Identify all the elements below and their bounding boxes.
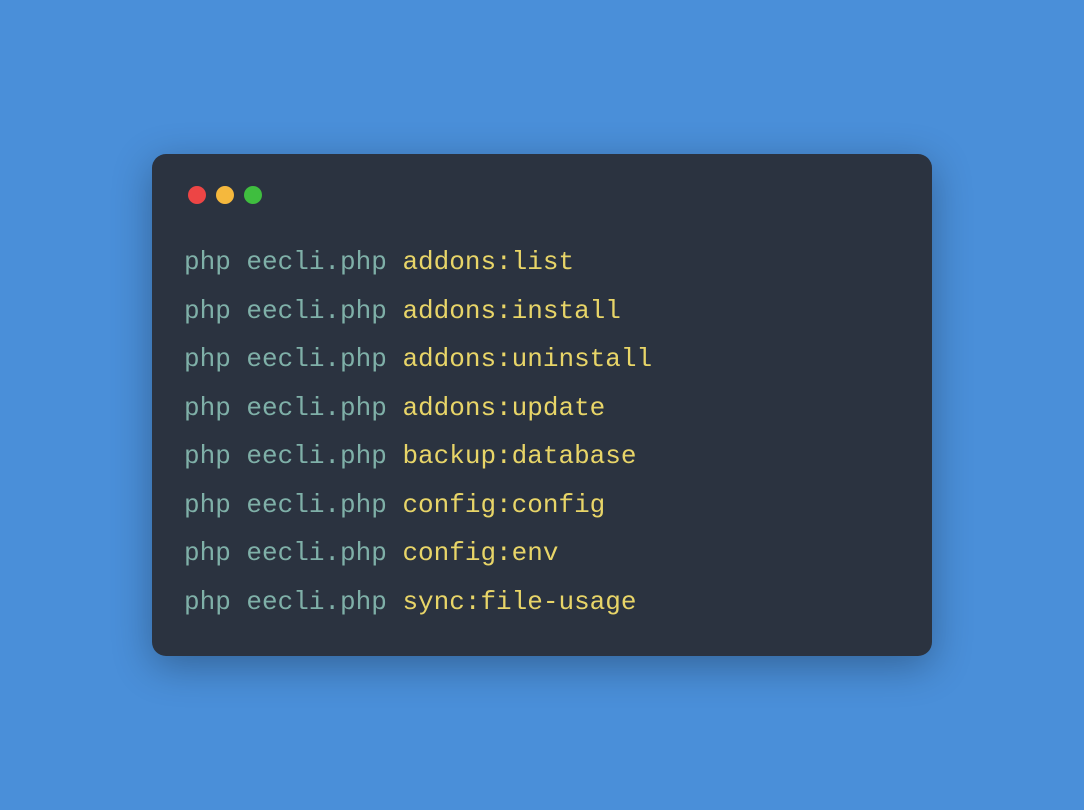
terminal-line: php eecli.php sync:file-usage	[184, 586, 900, 619]
command-prefix: php eecli.php	[184, 344, 402, 374]
command-prefix: php eecli.php	[184, 393, 402, 423]
command-name: addons:update	[402, 393, 605, 423]
terminal-window: php eecli.php addons:list php eecli.php …	[152, 154, 932, 656]
terminal-line: php eecli.php backup:database	[184, 440, 900, 473]
command-prefix: php eecli.php	[184, 490, 402, 520]
minimize-icon[interactable]	[216, 186, 234, 204]
command-name: addons:list	[402, 247, 574, 277]
command-prefix: php eecli.php	[184, 587, 402, 617]
terminal-line: php eecli.php config:env	[184, 537, 900, 570]
command-prefix: php eecli.php	[184, 441, 402, 471]
maximize-icon[interactable]	[244, 186, 262, 204]
command-prefix: php eecli.php	[184, 247, 402, 277]
terminal-content: php eecli.php addons:list php eecli.php …	[184, 246, 900, 618]
terminal-line: php eecli.php addons:uninstall	[184, 343, 900, 376]
command-name: backup:database	[402, 441, 636, 471]
command-prefix: php eecli.php	[184, 296, 402, 326]
terminal-line: php eecli.php addons:list	[184, 246, 900, 279]
command-name: config:config	[402, 490, 605, 520]
command-name: sync:file-usage	[402, 587, 636, 617]
window-controls	[184, 186, 900, 204]
terminal-line: php eecli.php addons:install	[184, 295, 900, 328]
terminal-line: php eecli.php config:config	[184, 489, 900, 522]
terminal-line: php eecli.php addons:update	[184, 392, 900, 425]
close-icon[interactable]	[188, 186, 206, 204]
command-name: config:env	[402, 538, 558, 568]
command-name: addons:install	[402, 296, 620, 326]
command-prefix: php eecli.php	[184, 538, 402, 568]
command-name: addons:uninstall	[402, 344, 652, 374]
